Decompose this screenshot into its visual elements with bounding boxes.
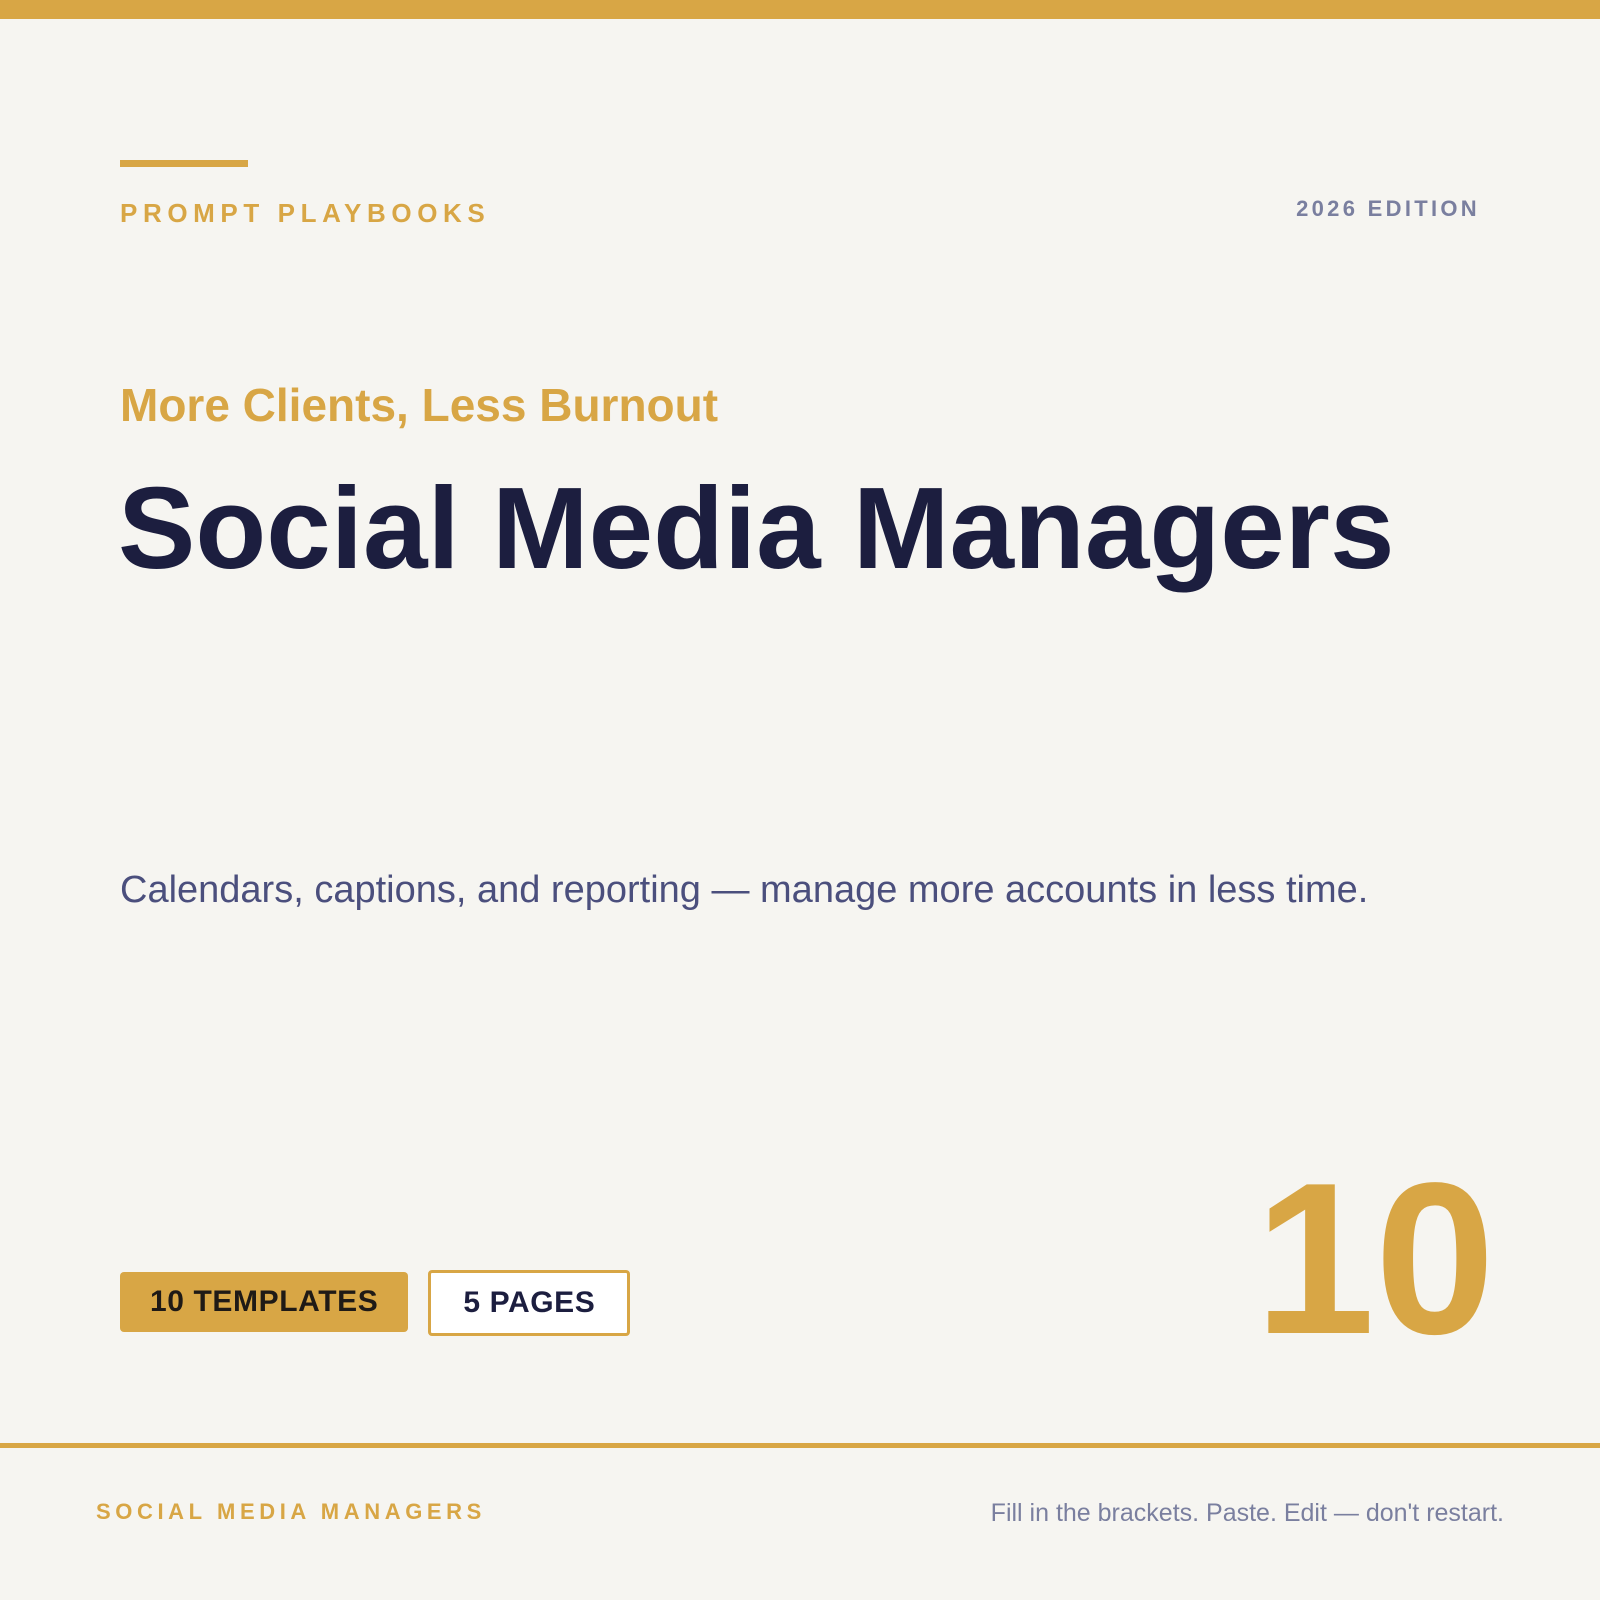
footer-note: Fill in the brackets. Paste. Edit — don'… <box>990 1499 1504 1527</box>
footer-divider <box>0 1443 1600 1448</box>
edition-label: 2026 EDITION <box>1296 196 1480 221</box>
pages-badge: 5 PAGES <box>428 1270 631 1336</box>
templates-badge: 10 TEMPLATES <box>120 1272 409 1332</box>
page-title: Social Media Managers <box>118 463 1395 593</box>
badge-group: 10 TEMPLATES 5 PAGES <box>120 1270 631 1336</box>
description: Calendars, captions, and reporting — man… <box>120 869 1369 911</box>
footer-title: SOCIAL MEDIA MANAGERS <box>96 1499 486 1524</box>
brand-label: PROMPT PLAYBOOKS <box>120 198 491 228</box>
accent-rule <box>120 160 248 167</box>
tagline: More Clients, Less Burnout <box>120 379 719 431</box>
big-number: 10 <box>1254 1137 1495 1379</box>
top-accent-bar <box>0 0 1600 19</box>
